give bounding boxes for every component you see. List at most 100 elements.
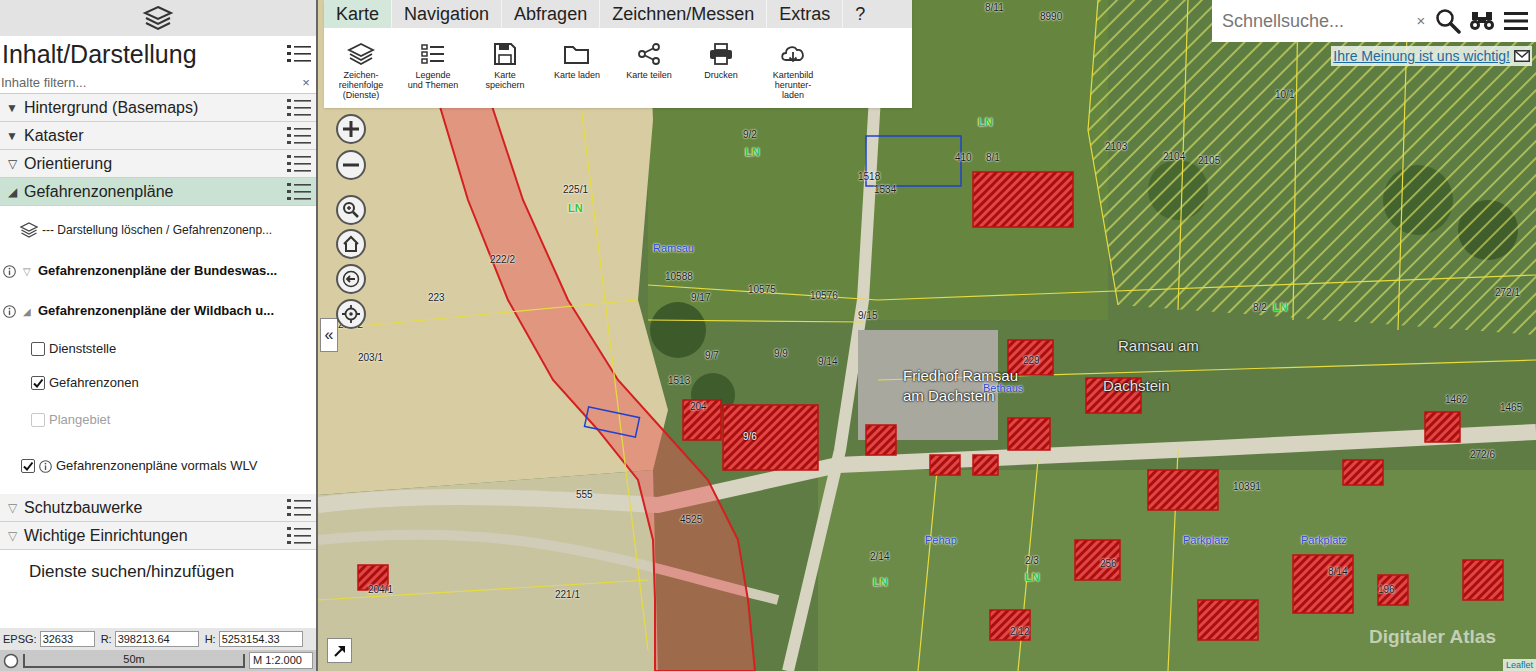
sidebar-group[interactable]: ◢Gefahrenzonenpläne <box>0 178 316 206</box>
expand-toggle[interactable]: ▽ <box>0 155 24 173</box>
map-label: Dachstein <box>1103 378 1170 393</box>
h-field[interactable]: 5253154.33 <box>219 631 303 647</box>
binoculars-icon[interactable] <box>1468 7 1496 35</box>
layer-label: Plangebiet <box>49 410 110 430</box>
layer-row[interactable]: Dienststelle <box>0 334 316 364</box>
layer-row[interactable]: ◢ Gefahrenzonenpläne der Wildbach u... <box>0 288 316 334</box>
epsg-field[interactable]: 32633 <box>40 631 95 647</box>
menu-icon[interactable] <box>1502 7 1530 35</box>
expand-toggle[interactable]: ▽ <box>20 264 34 279</box>
list-icon[interactable] <box>286 125 312 147</box>
app: Inhalt/Darstellung × ▼Hintergrund (Basem… <box>0 0 1536 671</box>
map-label: 2/12 <box>1010 627 1029 637</box>
home-button[interactable] <box>336 229 366 259</box>
info-icon[interactable] <box>3 305 16 318</box>
clear-layers-link[interactable]: --- Darstellung löschen / Gefahrenzonenp… <box>42 221 272 239</box>
layer-checkbox[interactable] <box>31 342 45 356</box>
expand-toggle[interactable]: ◢ <box>20 304 34 319</box>
toolbar-button[interactable]: Karte teilen <box>613 42 685 108</box>
expand-toggle[interactable]: ▼ <box>0 99 24 117</box>
feedback-link[interactable]: Ihre Meinung ist uns wichtig! <box>1333 46 1510 66</box>
list-icon[interactable] <box>286 181 312 203</box>
attribution-link[interactable]: Leaflet <box>1503 659 1536 671</box>
toolbar-button[interactable]: Karte laden <box>541 42 613 108</box>
toolbar-tab[interactable]: Navigation <box>391 0 501 28</box>
sidebar-header <box>0 0 316 36</box>
list-icon[interactable] <box>286 43 312 65</box>
epsg-label: EPSG: <box>3 631 37 648</box>
map-label: 221/1 <box>555 590 580 600</box>
map-label: 9/2 <box>743 130 757 140</box>
toolbar-tab[interactable]: Extras <box>766 0 842 28</box>
map-label: 10/1 <box>1275 90 1294 100</box>
collapse-button[interactable]: « <box>320 318 338 352</box>
layer-checkbox[interactable] <box>31 376 45 390</box>
sidebar-group[interactable]: ▽Schutzbauwerke <box>0 494 316 522</box>
sidebar-group[interactable]: ▽Orientierung <box>0 150 316 178</box>
printer-icon <box>707 42 735 66</box>
toolbar-button[interactable]: Kartenbild herunter- laden <box>757 42 829 108</box>
toolbar-button-label: Legende und Themen <box>408 70 458 90</box>
expand-toggle[interactable]: ▽ <box>0 527 24 545</box>
list-icon[interactable] <box>286 97 312 119</box>
map-label: 8/2 <box>1253 303 1267 313</box>
toolbar-button[interactable]: Drucken <box>685 42 757 108</box>
toolbar-tab[interactable]: ? <box>842 0 877 28</box>
layer-row[interactable]: Gefahrenzonen <box>0 364 316 402</box>
list-icon[interactable] <box>286 525 312 547</box>
zoom-box-button[interactable] <box>336 195 366 225</box>
sidebar-group[interactable]: ▼Hintergrund (Basemaps) <box>0 94 316 122</box>
zoom-in-button[interactable] <box>336 114 366 144</box>
r-field[interactable]: 398213.64 <box>115 631 199 647</box>
back-button[interactable] <box>336 264 366 294</box>
scale-ratio[interactable]: M 1:2.000 <box>249 652 313 669</box>
filter-input[interactable] <box>0 72 296 93</box>
map-label: am Dachstein <box>903 388 995 403</box>
layer-row[interactable]: Gefahrenzonenpläne vormals WLV <box>0 438 316 494</box>
map[interactable]: 8/11899010/19/2LNLN4108/1151815342103210… <box>318 0 1536 671</box>
search-input[interactable] <box>1222 8 1408 35</box>
expand-toggle[interactable]: ◢ <box>0 183 24 201</box>
search-clear-button[interactable]: × <box>1414 10 1428 33</box>
map-label: 196 <box>1378 585 1395 595</box>
layer-row[interactable]: --- Darstellung löschen / Gefahrenzonenp… <box>0 206 316 254</box>
toolbar-tab[interactable]: Abfragen <box>501 0 599 28</box>
toolbar-button-label: Karte laden <box>554 70 600 80</box>
toolbar-button[interactable]: Legende und Themen <box>397 42 469 108</box>
mail-icon[interactable] <box>1514 49 1530 63</box>
toolbar-button-label: Kartenbild herunter- laden <box>773 70 814 100</box>
layers-icon[interactable] <box>20 222 38 238</box>
layers-icon[interactable] <box>141 3 175 33</box>
filter-clear-button[interactable]: × <box>296 73 316 93</box>
map-label: LN <box>873 577 888 588</box>
layer-checkbox[interactable] <box>21 459 35 473</box>
toolbar-button[interactable]: Karte speichern <box>469 42 541 108</box>
toolbar-button[interactable]: Zeichen- reihenfolge (Dienste) <box>325 42 397 108</box>
map-label: 2104 <box>1163 152 1185 162</box>
share-icon <box>635 42 663 66</box>
sidebar-group[interactable]: ▼Kataster <box>0 122 316 150</box>
layer-row[interactable]: Plangebiet <box>0 402 316 438</box>
locate-button[interactable] <box>336 299 366 329</box>
expand-button[interactable] <box>327 638 352 663</box>
services-row[interactable]: Dienste suchen/hinzufügen <box>0 554 316 590</box>
scale-toggle-icon[interactable] <box>3 653 19 669</box>
map-label: 1462 <box>1445 395 1467 405</box>
search-icon[interactable] <box>1434 7 1462 35</box>
list-icon[interactable] <box>286 497 312 519</box>
list-icon[interactable] <box>286 153 312 175</box>
toolbar-tab[interactable]: Karte <box>324 0 391 28</box>
sidebar-group[interactable]: ▽Wichtige Einrichtungen <box>0 522 316 550</box>
expand-toggle[interactable]: ▼ <box>0 127 24 145</box>
zoom-out-button[interactable] <box>336 150 366 180</box>
expand-toggle[interactable]: ▽ <box>0 499 24 517</box>
map-label: 10576 <box>810 291 838 301</box>
toolbar-tab[interactable]: Zeichnen/Messen <box>599 0 766 28</box>
layer-row[interactable]: ▽ Gefahrenzonenpläne der Bundeswas... <box>0 254 316 288</box>
info-icon[interactable] <box>39 460 52 473</box>
folder-label[interactable]: Gefahrenzonenpläne der Bundeswas... <box>38 261 277 281</box>
folder-label[interactable]: Gefahrenzonenpläne der Wildbach u... <box>38 301 274 321</box>
services-link[interactable]: Dienste suchen/hinzufügen <box>29 559 234 585</box>
scale-bar: 50m M 1:2.000 <box>0 650 316 671</box>
info-icon[interactable] <box>3 265 16 278</box>
